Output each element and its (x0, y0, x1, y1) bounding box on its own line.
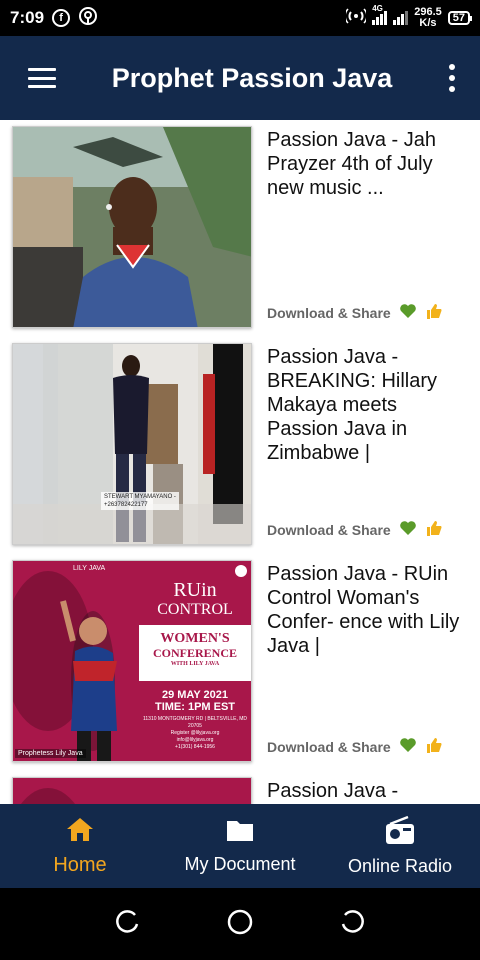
thumbs-up-icon (425, 302, 443, 323)
speed-unit: K/s (419, 17, 437, 29)
video-title[interactable]: Passion Java - Jah Prayzer 4th of July n… (267, 128, 467, 200)
download-share-label[interactable]: Download & Share (267, 739, 391, 755)
download-share-label[interactable]: Download & Share (267, 522, 391, 538)
thumbs-up-icon (425, 736, 443, 757)
download-share-row[interactable]: Download & Share (267, 519, 443, 540)
system-navigation-bar (0, 888, 480, 960)
video-title[interactable]: Passion Java - (267, 779, 467, 803)
caption-line: STEWART MYAMAYANO - (104, 494, 176, 500)
tab-my-document[interactable]: My Document (160, 804, 320, 888)
video-thumbnail-man-in-car[interactable] (12, 126, 252, 328)
battery-icon: 57 (447, 11, 473, 25)
tab-online-radio[interactable]: Online Radio (320, 804, 480, 888)
video-thumbnail-conference-poster[interactable]: LILY JAVA RUin CONTROL WOMEN'S CONFERENC… (12, 560, 252, 762)
status-bar: 7:09 f 4G 296.5 K/s 57 (0, 0, 480, 36)
home-circle-icon[interactable] (226, 908, 254, 941)
tab-my-document-label: My Document (184, 854, 296, 874)
video-title[interactable]: Passion Java - BREAKING: Hillary Makaya … (267, 345, 467, 465)
tab-home-label: Home (53, 853, 107, 876)
facebook-icon: f (52, 9, 71, 27)
green-heart-icon (399, 520, 417, 539)
poster-details: 29 MAY 2021 TIME: 1PM EST 11310 MONTGOME… (139, 689, 251, 751)
podcast-icon (78, 6, 98, 31)
video-card[interactable]: STEWART MYAMAYANO - +263782422177 Passio… (0, 337, 480, 554)
folder-icon (225, 817, 255, 848)
poster-subtitle: WITH LILY JAVA (170, 661, 220, 667)
poster-date: 29 MAY 2021 (161, 689, 229, 701)
home-icon (65, 816, 95, 848)
download-share-row[interactable]: Download & Share (267, 302, 443, 323)
signal-icon (393, 11, 409, 25)
recent-apps-icon[interactable] (114, 909, 140, 940)
poster-caption: Prophetess Lily Java (15, 749, 86, 758)
hotspot-icon (344, 7, 368, 30)
poster-brand: LILY JAVA (73, 565, 106, 572)
more-vert-icon[interactable] (424, 36, 480, 120)
poster-time: TIME: 1PM EST (154, 701, 236, 713)
video-card[interactable]: Passion Java - (0, 771, 480, 804)
bottom-navigation: Home My Document Online Radio (0, 804, 480, 888)
poster-title-line: RUin (173, 579, 217, 601)
back-icon[interactable] (340, 909, 366, 940)
video-card[interactable]: Passion Java - Jah Prayzer 4th of July n… (0, 120, 480, 337)
green-heart-icon (399, 737, 417, 756)
tab-home[interactable]: Home (0, 804, 160, 888)
signal-4g-icon: 4G (372, 4, 388, 25)
tab-online-radio-label: Online Radio (347, 856, 453, 876)
caption-line: +263782422177 (104, 502, 148, 508)
video-thumbnail-conference-poster[interactable] (12, 777, 252, 804)
poster-register: Register @lilyjava.org (170, 730, 220, 736)
app-title: Prophet Passion Java (111, 62, 393, 93)
network-speed: 296.5 K/s (414, 7, 442, 29)
green-heart-icon (399, 303, 417, 322)
video-title[interactable]: Passion Java - RUin Control Woman's Conf… (267, 562, 467, 658)
thumbs-up-icon (425, 519, 443, 540)
video-thumbnail-man-in-hallway[interactable]: STEWART MYAMAYANO - +263782422177 (12, 343, 252, 545)
download-share-row[interactable]: Download & Share (267, 736, 443, 757)
poster-subtitle: WOMEN'S (160, 631, 230, 646)
network-type-label: 4G (372, 4, 383, 13)
video-list[interactable]: Passion Java - Jah Prayzer 4th of July n… (0, 120, 480, 804)
poster-phone: +1(301) 844-1956 (175, 744, 215, 750)
download-share-label[interactable]: Download & Share (267, 305, 391, 321)
status-time: 7:09 (10, 8, 45, 27)
crest-icon (235, 565, 247, 577)
app-bar: Prophet Passion Java (0, 36, 480, 120)
menu-button[interactable] (0, 36, 84, 120)
poster-email: info@lilyjava.org (176, 737, 214, 743)
hamburger-menu-icon (28, 68, 56, 88)
poster-title-line: CONTROL (157, 601, 233, 618)
poster-title: RUin CONTROL (145, 579, 245, 619)
poster-conference-box: WOMEN'S CONFERENCE WITH LILY JAVA (139, 625, 251, 681)
poster-address: 11310 MONTGOMERY RD | BELTSVILLE, MD 207… (142, 716, 248, 729)
thumbnail-caption: STEWART MYAMAYANO - +263782422177 (101, 492, 179, 510)
radio-icon (384, 815, 416, 850)
poster-subtitle: CONFERENCE (152, 646, 237, 660)
video-card[interactable]: LILY JAVA RUin CONTROL WOMEN'S CONFERENC… (0, 554, 480, 771)
